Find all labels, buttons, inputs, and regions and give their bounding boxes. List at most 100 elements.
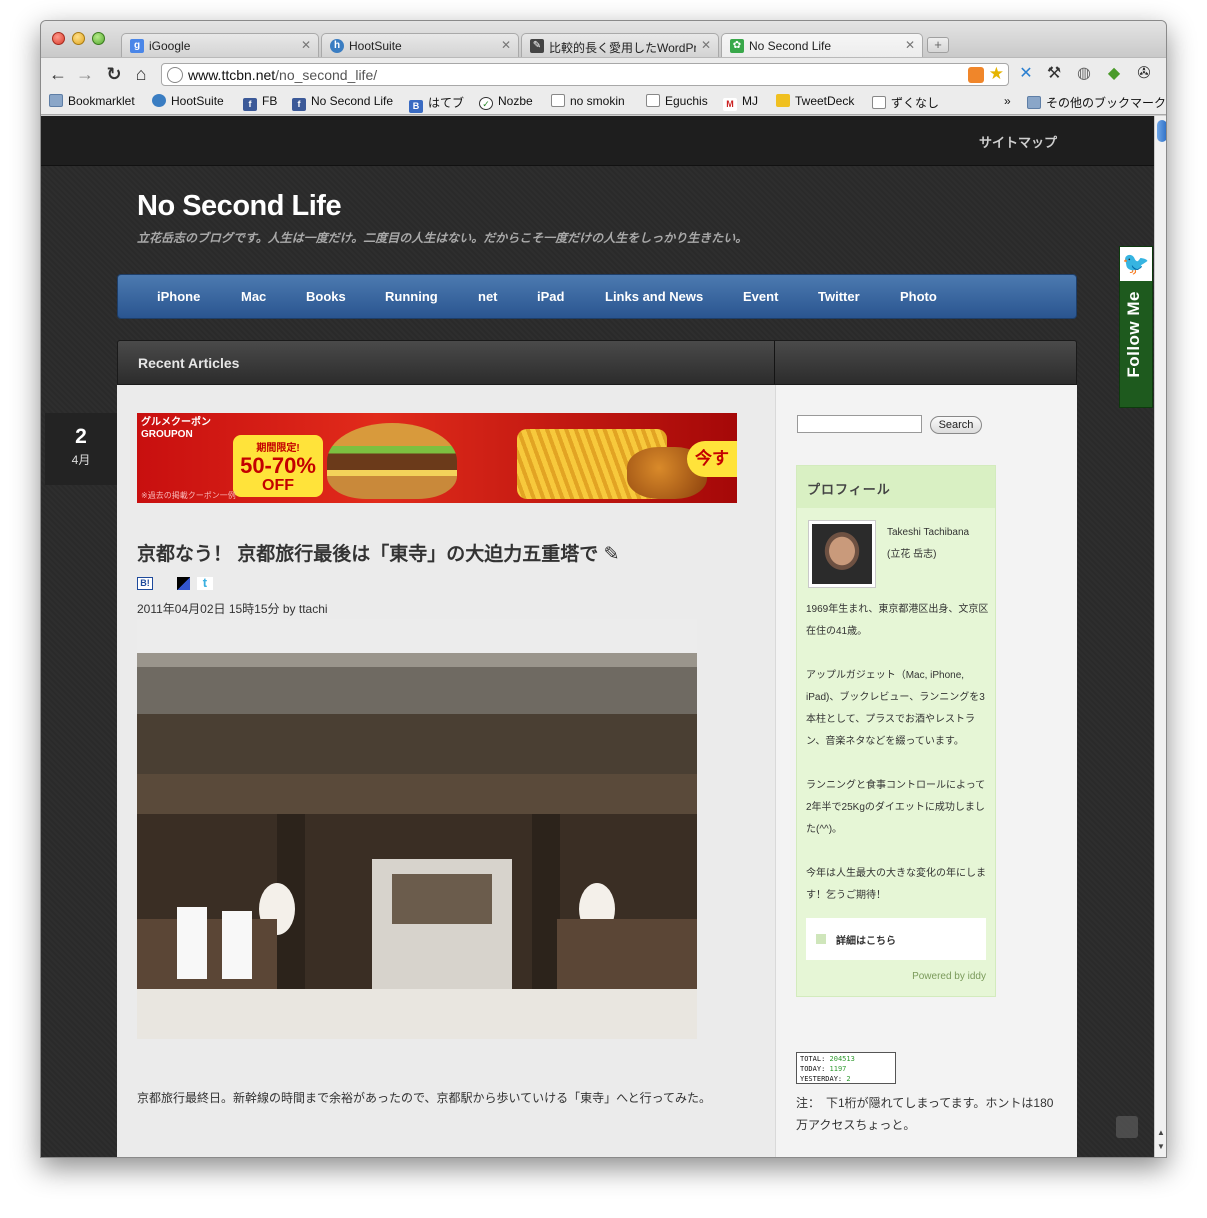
search-input[interactable] — [797, 415, 922, 433]
tab-close-icon[interactable]: ✕ — [301, 38, 311, 52]
post-title[interactable]: 京都なう！ 京都旅行最後は「東寺」の大迫力五重塔で ✎ — [137, 539, 619, 566]
bookmark-label: FB — [262, 94, 278, 108]
evernote-icon[interactable]: ◆ — [1104, 64, 1124, 84]
hatena-icon: B — [409, 100, 423, 113]
zoom-window-button[interactable] — [92, 32, 105, 45]
minimize-window-button[interactable] — [72, 32, 85, 45]
browser-window: g iGoogle ✕ h HootSuite ✕ ✎ 比較的長く愛用したWor… — [40, 20, 1167, 1158]
bookmark-label: no smokin — [570, 94, 625, 108]
hootsuite-icon — [152, 94, 166, 107]
bookmark-fb[interactable]: f FB — [243, 94, 277, 111]
nav-net[interactable]: net — [478, 289, 498, 304]
tab-hootsuite[interactable]: h HootSuite ✕ — [321, 33, 519, 57]
site-title[interactable]: No Second Life — [137, 190, 342, 223]
bookmark-hatena[interactable]: B はてブ — [409, 94, 464, 113]
bookmark-mj[interactable]: M MJ — [723, 94, 758, 111]
profile-details-link[interactable]: 詳細はこちら — [806, 918, 986, 960]
bookmark-tweetdeck[interactable]: TweetDeck — [776, 94, 854, 108]
avatar[interactable] — [808, 520, 876, 588]
bookmark-label: はてブ — [428, 96, 465, 110]
nav-links-and-news[interactable]: Links and News — [605, 289, 703, 304]
back-icon[interactable]: ← — [47, 63, 69, 85]
more-bookmarks-chevron[interactable]: » — [1004, 94, 1011, 108]
settings-wrench-icon[interactable]: ✇ — [1134, 64, 1154, 84]
bookmark-label: Bookmarklet — [68, 94, 135, 108]
home-icon[interactable]: ⌂ — [130, 63, 152, 85]
access-counter: TOTAL: 204513 TODAY: 1197 YESTERDAY: 2 — [796, 1052, 896, 1084]
sidebar: Search プロフィール Takeshi Tachibana (立花 岳志) … — [775, 385, 1077, 1157]
scrollbar-thumb[interactable] — [1157, 120, 1166, 142]
nav-mac[interactable]: Mac — [241, 289, 266, 304]
tab-no-second-life[interactable]: ✿ No Second Life ✕ — [721, 33, 923, 58]
ad-offer-percent: 50-70% — [240, 453, 316, 478]
nav-books[interactable]: Books — [306, 289, 346, 304]
sitemap-link[interactable]: サイトマップ — [979, 132, 1057, 151]
address-bar[interactable]: www.ttcbn.net/no_second_life/ ★ — [161, 63, 1009, 86]
globe-extension-icon[interactable]: ◍ — [1074, 64, 1094, 84]
close-window-button[interactable] — [52, 32, 65, 45]
ad-brand-jp: グルメクーポン — [141, 417, 211, 428]
resize-handle-icon[interactable] — [1116, 1116, 1138, 1138]
follow-me-tab[interactable]: 🐦 Follow Me — [1119, 246, 1153, 408]
scroll-down-icon[interactable]: ▼ — [1157, 1142, 1165, 1151]
groupon-ad-banner[interactable]: グルメクーポン GROUPON 期間限定! 50-70% OFF 今す ※過去の掲… — [137, 413, 737, 503]
forward-icon[interactable]: → — [74, 63, 96, 85]
ad-offer-top: 期間限定! — [256, 443, 300, 454]
extension-x-icon[interactable]: ✕ — [1016, 64, 1036, 84]
nav-event[interactable]: Event — [743, 289, 778, 304]
nav-iphone[interactable]: iPhone — [157, 289, 200, 304]
nav-photo[interactable]: Photo — [900, 289, 937, 304]
nav-twitter[interactable]: Twitter — [818, 289, 860, 304]
tab-igoogle[interactable]: g iGoogle ✕ — [121, 33, 319, 57]
bookmark-star-icon[interactable]: ★ — [989, 64, 1004, 84]
delicious-icon[interactable] — [177, 577, 191, 590]
mj-icon: M — [723, 98, 737, 111]
nav-ipad[interactable]: iPad — [537, 289, 564, 304]
tab-close-icon[interactable]: ✕ — [501, 38, 511, 52]
counter-total: TOTAL: 204513 — [800, 1054, 892, 1064]
bookmark-nozbe[interactable]: ✓ Nozbe — [479, 94, 533, 110]
nav-running[interactable]: Running — [385, 289, 438, 304]
url-path: /no_second_life/ — [275, 67, 378, 83]
powered-by-link[interactable]: Powered by iddy — [912, 971, 986, 982]
scroll-up-icon[interactable]: ▲ — [1157, 1128, 1165, 1137]
bookmark-eguchis[interactable]: Eguchis — [646, 94, 708, 108]
bookmark-label: Eguchis — [665, 94, 708, 108]
profile-bio: 1969年生まれ、東京都港区出身、文京区在住の41歳。 アップルガジェット（Ma… — [806, 599, 990, 929]
search-button[interactable]: Search — [930, 416, 982, 434]
folder-icon — [1027, 96, 1041, 109]
header-divider — [774, 341, 775, 384]
profile-name-en: Takeshi Tachibana — [887, 527, 970, 538]
bookmark-hootsuite[interactable]: HootSuite — [152, 94, 224, 108]
profile-bio-paragraph: 1969年生まれ、東京都港区出身、文京区在住の41歳。 — [806, 604, 989, 637]
details-icon — [816, 934, 826, 944]
rss-icon[interactable] — [968, 67, 984, 83]
tab-title: HootSuite — [349, 39, 402, 53]
reload-icon[interactable]: ↻ — [103, 63, 125, 85]
google-icon: g — [130, 39, 144, 53]
bookmark-label: その他のブックマーク — [1046, 96, 1167, 110]
hatena-bookmark-icon[interactable]: B! — [137, 577, 153, 590]
bookmark-bookmarklet[interactable]: Bookmarklet — [49, 94, 135, 108]
tab-close-icon[interactable]: ✕ — [701, 38, 711, 52]
counter-note: 注： 下1桁が隠れてしまってます。ホントは180万アクセスちょっと。 — [796, 1096, 1054, 1132]
counter-label: TODAY: — [800, 1065, 826, 1073]
bookmark-no-smokin[interactable]: no smokin — [551, 94, 625, 108]
new-tab-button[interactable]: + — [927, 37, 949, 53]
twitter-bird-icon[interactable]: t — [196, 576, 213, 590]
wrench-tool-icon[interactable]: ⚒ — [1044, 64, 1064, 84]
ad-cta[interactable]: 今す — [687, 441, 737, 477]
profile-name: Takeshi Tachibana (立花 岳志) — [887, 522, 969, 566]
url-host: www.ttcbn.net — [188, 67, 276, 83]
counter-today: TODAY: 1197 — [800, 1064, 892, 1074]
browser-toolbar: ← → ↻ ⌂ www.ttcbn.net/no_second_life/ ★ … — [41, 57, 1166, 89]
tab-wordpress-article[interactable]: ✎ 比較的長く愛用したWordPress ✕ — [521, 33, 719, 57]
tab-close-icon[interactable]: ✕ — [905, 38, 915, 52]
other-bookmarks[interactable]: その他のブックマーク — [1027, 94, 1166, 111]
page-scrollbar[interactable]: ▲ ▼ — [1154, 116, 1166, 1157]
ad-brand: グルメクーポン GROUPON — [141, 417, 211, 441]
recent-articles-label: Recent Articles — [138, 355, 240, 371]
bookmark-no-second-life[interactable]: f No Second Life — [292, 94, 393, 111]
facebook-icon: f — [243, 98, 257, 111]
bookmark-zukunashi[interactable]: ずくなし — [872, 94, 939, 111]
